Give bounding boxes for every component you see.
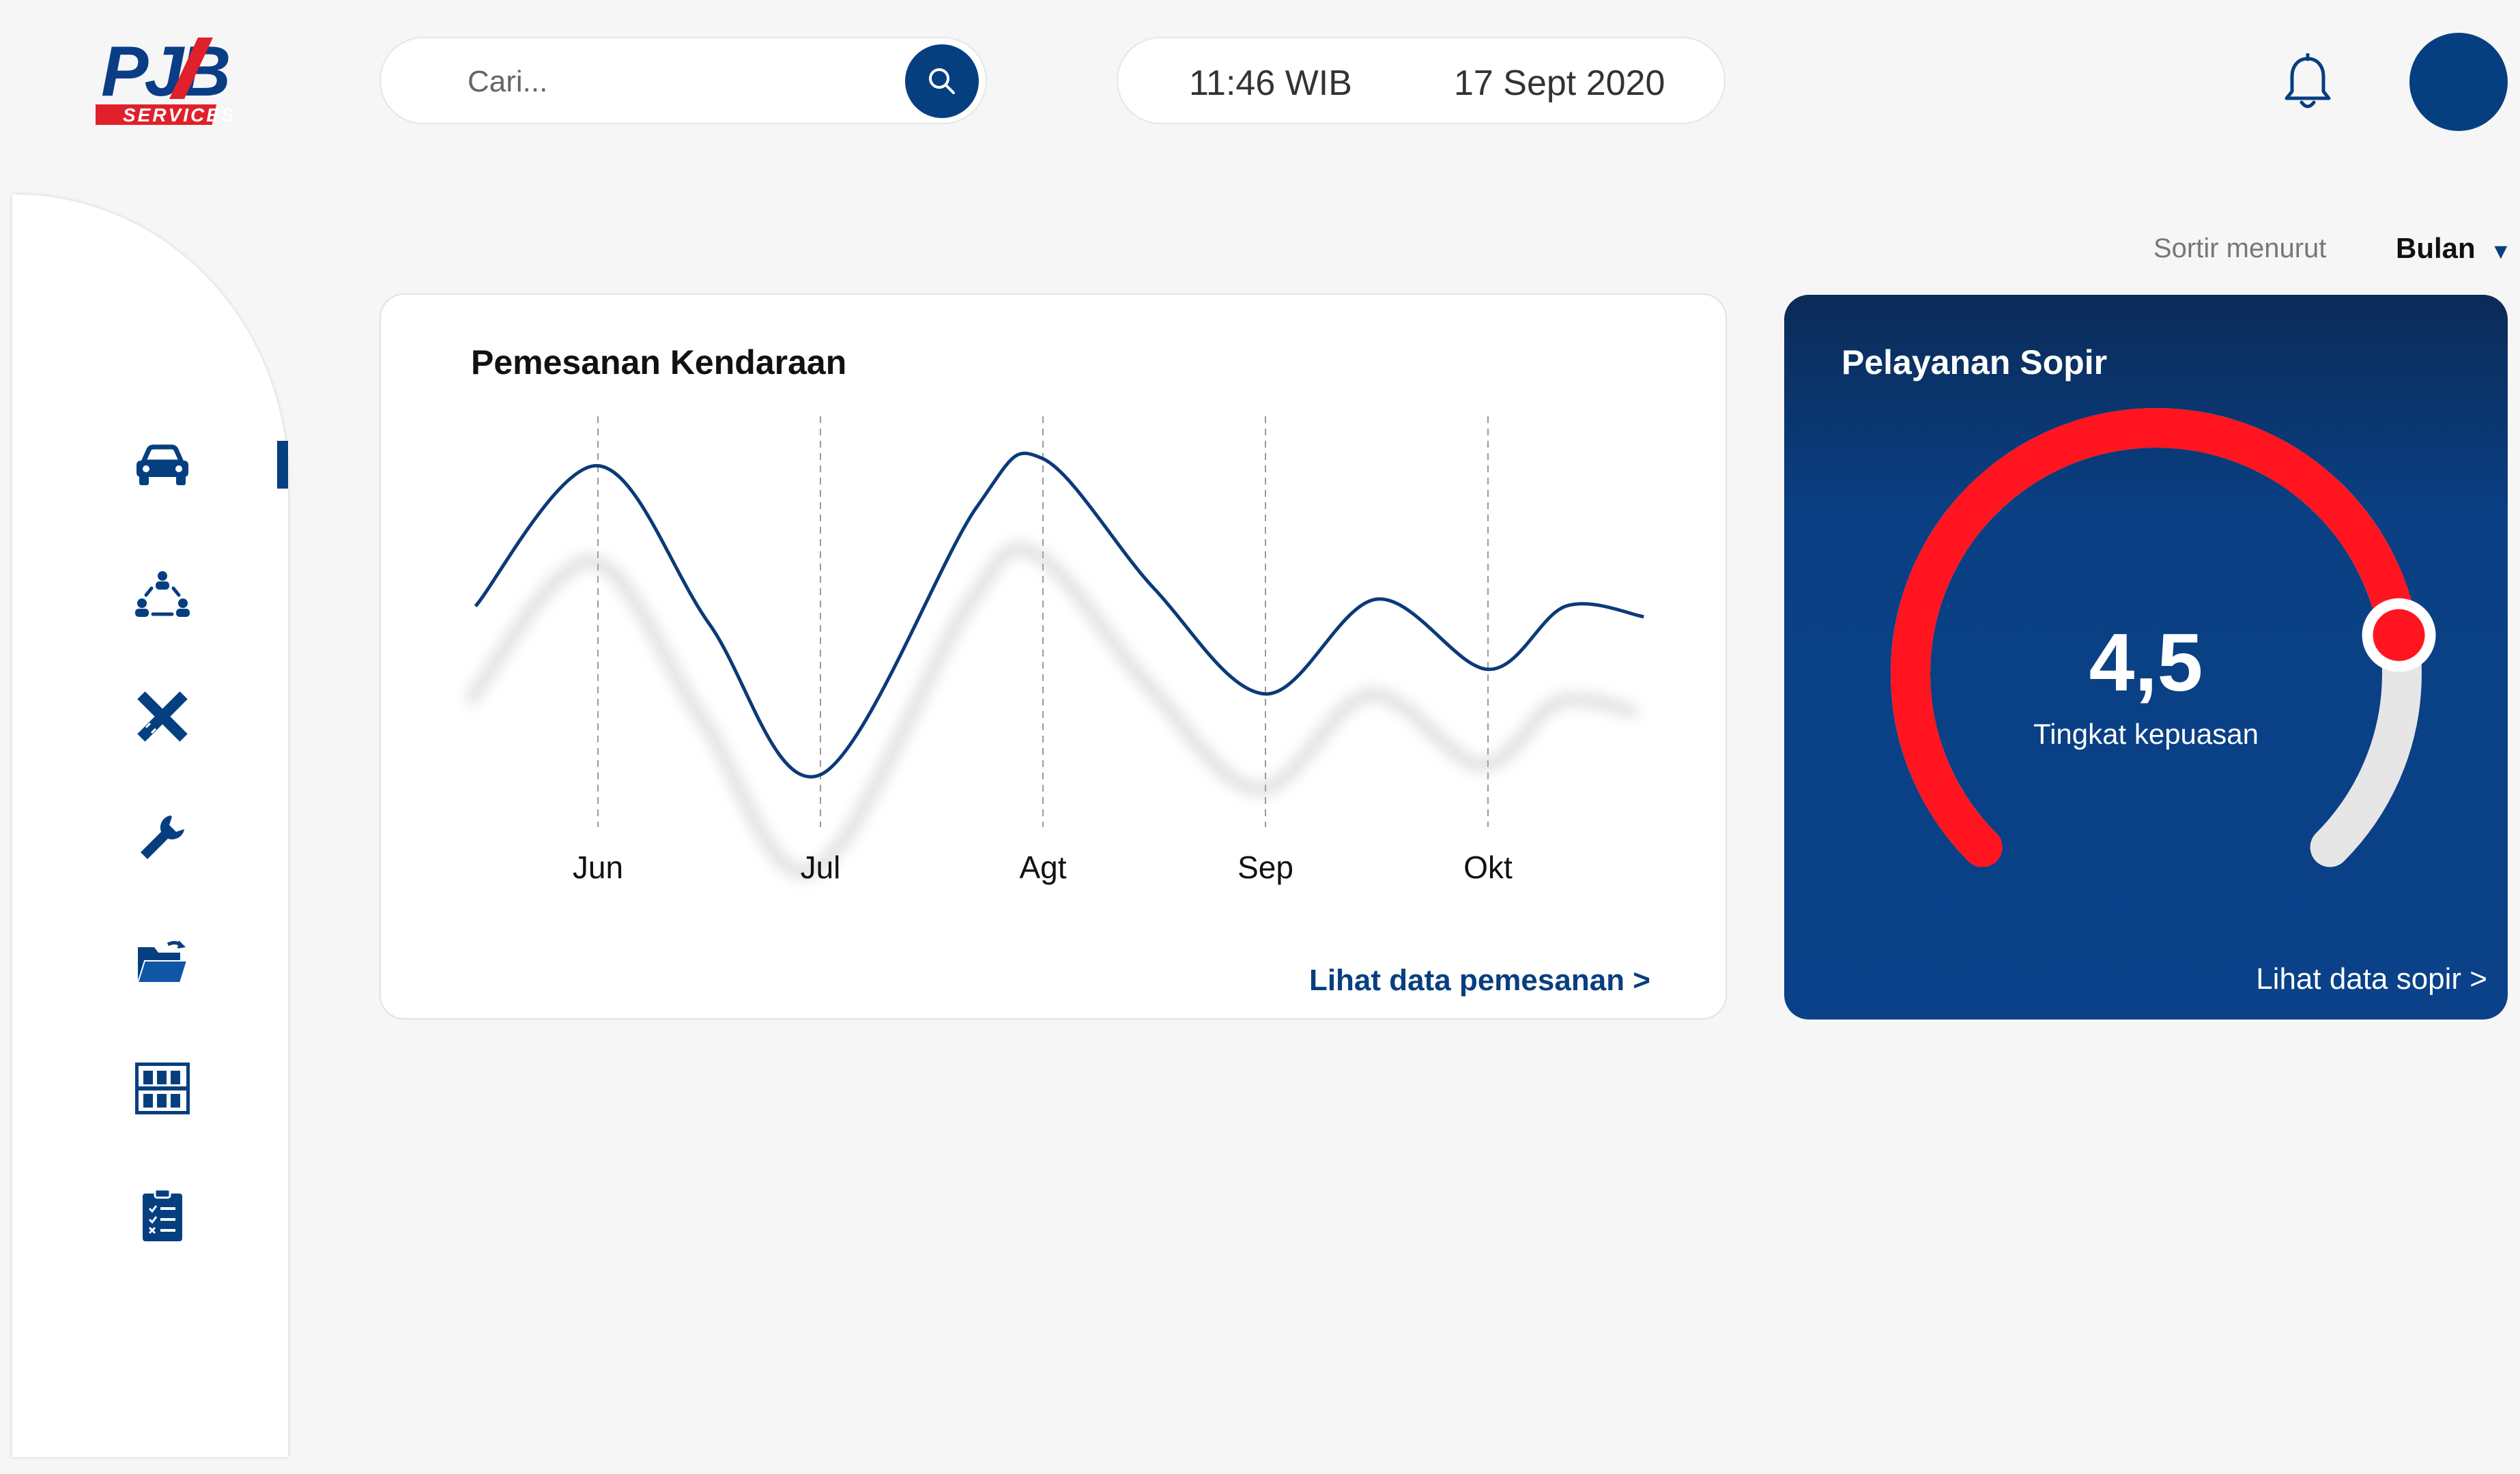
chevron-down-icon[interactable]: ▼ — [2490, 239, 2512, 264]
datetime-display: 11:46 WIB 17 Sept 2020 — [1117, 37, 1726, 124]
satisfaction-rating: 4,5 — [2089, 617, 2203, 708]
clipboard-checklist-icon — [143, 1188, 182, 1241]
x-tick-label: Sep — [1237, 850, 1293, 885]
search-icon — [929, 68, 955, 94]
current-date: 17 Sept 2020 — [1454, 63, 1665, 103]
bell-icon[interactable] — [2280, 53, 2336, 113]
sidebar-item-vehicles[interactable] — [115, 424, 210, 506]
folder-upload-icon — [137, 940, 188, 983]
satisfaction-label: Tingkat kepuasan — [2033, 718, 2259, 750]
booking-series-line — [474, 451, 1644, 779]
car-icon — [137, 444, 188, 485]
view-drivers-link[interactable]: Lihat data sopir > — [2256, 962, 2487, 996]
sort-label: Sortir menurut — [2153, 233, 2327, 263]
search-button[interactable] — [905, 44, 979, 118]
current-time: 11:46 WIB — [1189, 63, 1352, 103]
sidebar-item-people[interactable] — [115, 554, 210, 636]
sidebar-item-maintenance[interactable] — [115, 796, 210, 878]
x-tick-label: Okt — [1463, 850, 1513, 885]
ruler-pencil-icon — [137, 691, 188, 742]
search-input[interactable] — [466, 57, 892, 106]
sidebar-item-reports[interactable] — [115, 1174, 210, 1256]
vehicle-booking-card: Pemesanan Kendaraan Jun Jul Agt Sep Okt Liha… — [380, 293, 1727, 1020]
sidebar-item-inventory[interactable] — [115, 1047, 210, 1129]
user-avatar[interactable] — [2409, 33, 2508, 131]
pjb-services-logo: PJB SERVICES — [96, 32, 236, 126]
people-network-icon — [135, 571, 190, 617]
sort-dropdown[interactable]: Bulan — [2396, 232, 2476, 265]
booking-line-chart: Jun Jul Agt Sep Okt — [463, 416, 1644, 885]
sidebar — [12, 194, 288, 1457]
line-shadow — [463, 543, 1638, 879]
view-bookings-link[interactable]: Lihat data pemesanan > — [1309, 964, 1650, 998]
sidebar-item-documents[interactable] — [115, 921, 210, 1003]
sidebar-item-design[interactable] — [115, 676, 210, 757]
warehouse-shelf-icon — [135, 1063, 190, 1114]
sidebar-active-indicator — [277, 441, 288, 489]
x-tick-label: Agt — [1019, 850, 1066, 885]
driver-service-card: Pelayanan Sopir 4,5 Tingkat kepuasan Lih… — [1784, 295, 2508, 1020]
search-bar — [380, 37, 987, 124]
logo-text-services: SERVICES — [123, 104, 236, 126]
x-tick-label: Jun — [573, 850, 623, 885]
x-tick-label: Jul — [801, 850, 841, 885]
wrench-icon — [141, 815, 184, 859]
